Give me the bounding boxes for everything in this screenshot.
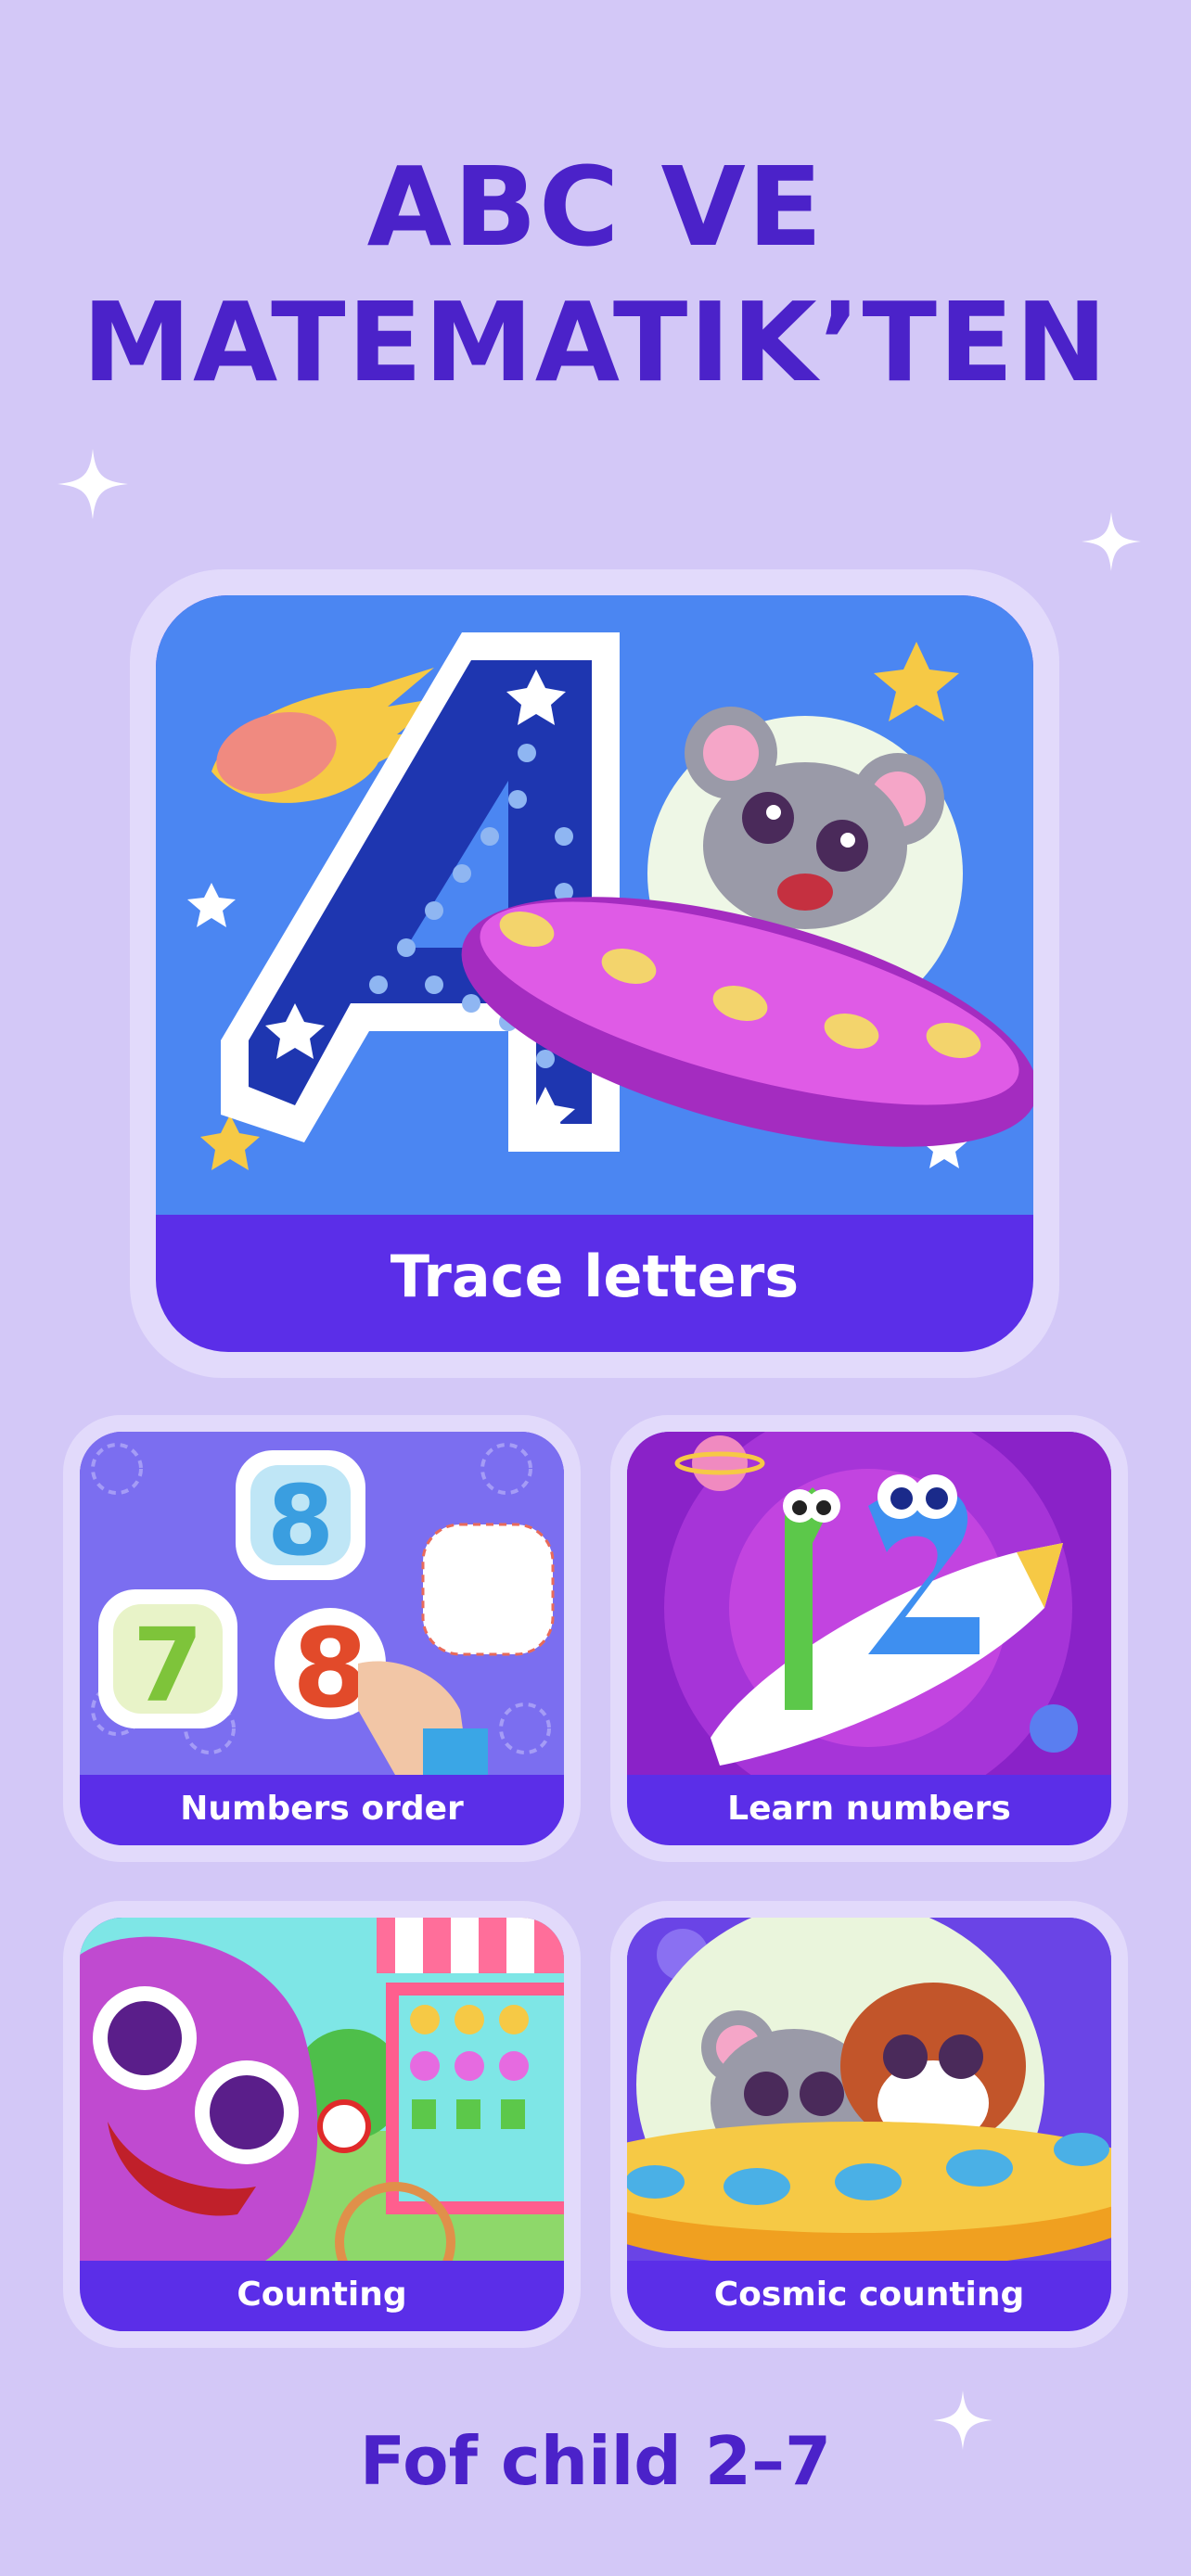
numbers-order-label: Numbers order <box>180 1790 464 1828</box>
rocket-numbers-art <box>627 1432 1111 1775</box>
learn-numbers-label: Learn numbers <box>727 1790 1011 1828</box>
svg-text:8: 8 <box>267 1464 334 1577</box>
sparkle-icon <box>58 449 128 519</box>
counting-card[interactable]: Counting <box>80 1918 564 2331</box>
counting-label: Counting <box>237 2276 407 2314</box>
trace-letters-label: Trace letters <box>390 1243 800 1310</box>
trace-letters-card[interactable]: Trace letters <box>156 595 1033 1352</box>
number-puzzle-art: 8 7 8 <box>80 1432 564 1775</box>
svg-text:7: 7 <box>133 1606 204 1725</box>
cosmic-counting-card[interactable]: Cosmic counting <box>627 1918 1111 2331</box>
sparkle-icon <box>1082 512 1141 571</box>
svg-text:8: 8 <box>292 1604 368 1732</box>
title-line-2: MATEMATIK’TEN <box>82 278 1109 406</box>
numbers-order-card[interactable]: 8 7 8 Numbers order <box>80 1432 564 1845</box>
learn-numbers-card[interactable]: Learn numbers <box>627 1432 1111 1845</box>
ufo-mouse-dog-art <box>627 1918 1111 2261</box>
candy-shop-monster-art <box>80 1918 564 2261</box>
age-range-text: Fof child 2–7 <box>359 2422 832 2500</box>
cosmic-counting-label: Cosmic counting <box>713 2276 1025 2314</box>
letter-a-ufo-mouse-art <box>156 595 1033 1215</box>
title-line-1: ABC VE <box>366 143 825 271</box>
